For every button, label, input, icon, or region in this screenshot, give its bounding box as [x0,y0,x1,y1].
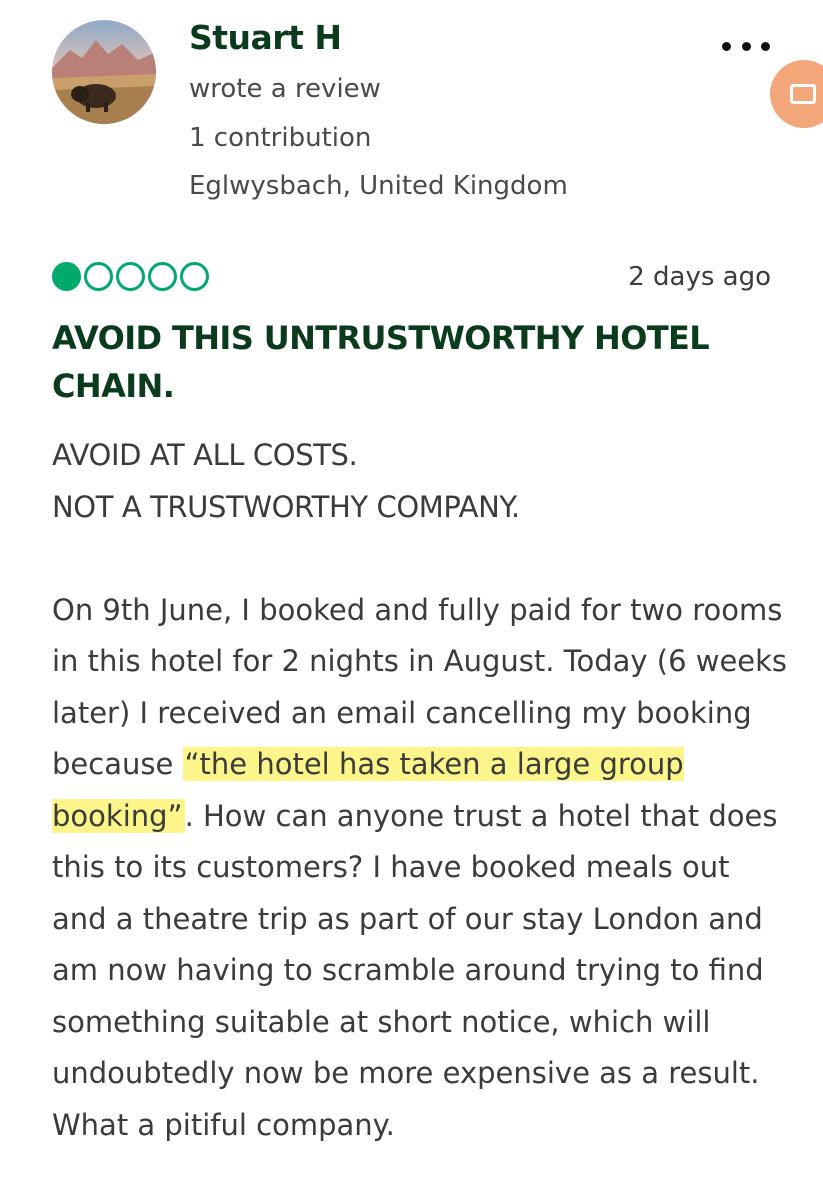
avatar[interactable] [52,20,156,124]
rating-bubble-empty [180,262,209,291]
rating-bubble-empty [148,262,177,291]
review-date: 2 days ago [628,262,771,292]
camera-icon [790,84,816,104]
reviewer-location: Eglwysbach, United Kingdom [189,171,568,201]
review-intro-line: NOT A TRUSTWORTHY COMPANY. [52,489,520,524]
rating-bubbles [52,262,209,291]
review-text: . How can anyone trust a hotel that does… [52,798,778,1142]
more-dots-icon [761,41,770,51]
review-intro-line: AVOID AT ALL COSTS. [52,438,358,472]
avatar-image [52,20,156,124]
review-title[interactable]: AVOID THIS UNTRUSTWORTHY HOTEL CHAIN. [52,314,772,410]
contribution-count: 1 contribution [189,123,372,153]
reviewer-name[interactable]: Stuart H [189,18,342,57]
rating-bubble-filled [52,262,81,291]
review-paragraph: On 9th June, I booked and fully paid for… [52,585,792,1152]
review-body: AVOID AT ALL COSTS. NOT A TRUSTWORTHY CO… [52,430,792,1151]
more-dots-icon [741,41,751,51]
more-dots-icon [722,41,731,51]
floating-action-button[interactable] [770,60,823,128]
rating-bubble-empty [84,262,113,291]
review-action-text: wrote a review [189,74,381,104]
more-options-button[interactable] [722,28,770,64]
rating-bubble-empty [116,262,145,291]
